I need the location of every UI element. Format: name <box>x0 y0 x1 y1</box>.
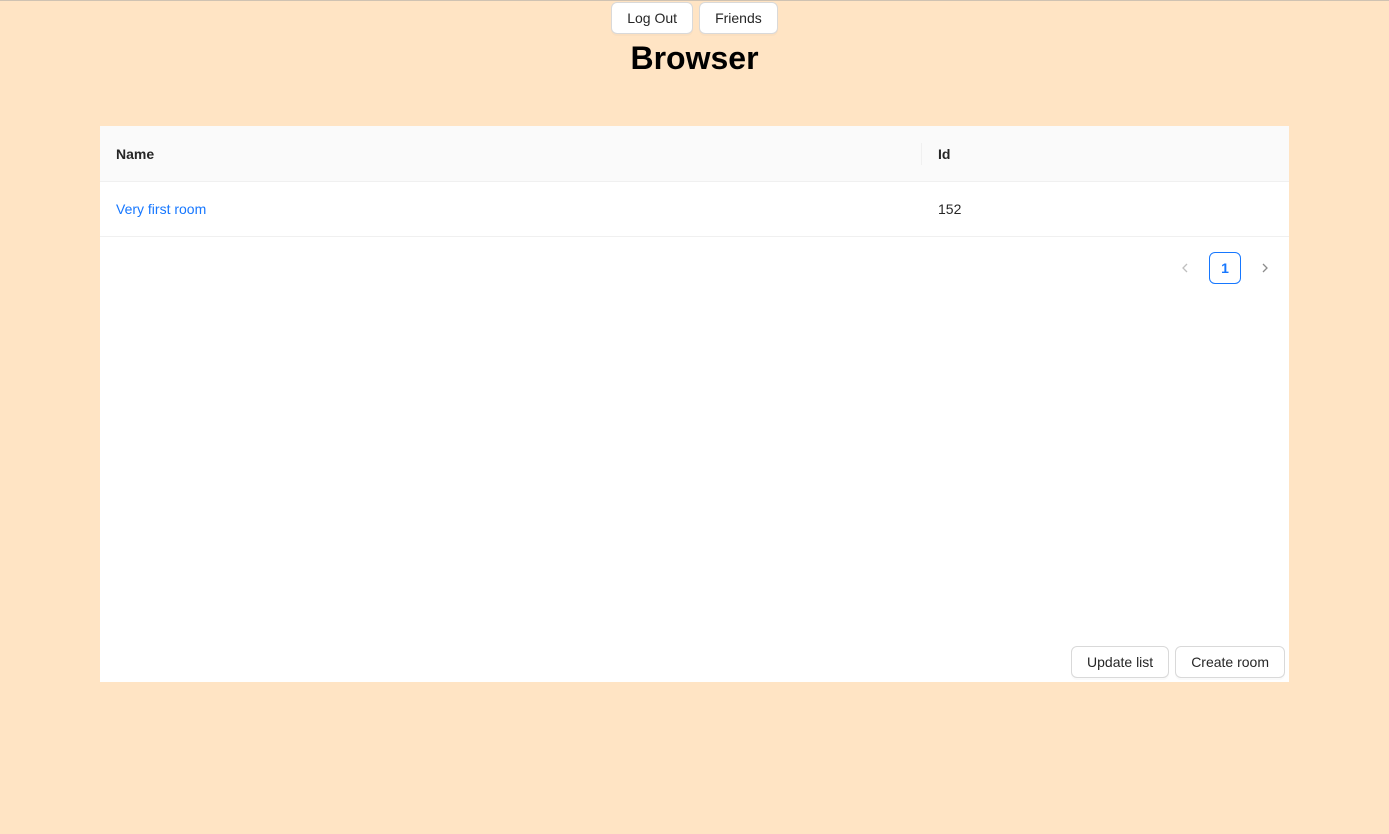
room-link[interactable]: Very first room <box>116 201 206 217</box>
room-id-cell: 152 <box>922 181 1289 237</box>
page-title: Browser <box>630 40 759 76</box>
logout-button[interactable]: Log Out <box>611 2 694 34</box>
update-list-button[interactable]: Update list <box>1071 646 1170 678</box>
chevron-right-icon[interactable] <box>1249 252 1281 284</box>
table-row: Very first room 152 <box>100 181 1289 237</box>
column-header-id[interactable]: Id <box>922 126 1289 182</box>
page-number-current[interactable]: 1 <box>1209 252 1241 284</box>
column-header-name[interactable]: Name <box>100 126 922 182</box>
pagination: 1 <box>1169 252 1281 284</box>
top-bar: Log Out Friends <box>0 2 1389 34</box>
bottom-actions: Update list Create room <box>1071 646 1285 678</box>
create-room-button[interactable]: Create room <box>1175 646 1285 678</box>
room-name-cell: Very first room <box>100 181 922 237</box>
table-header-row: Name Id <box>100 126 1289 182</box>
friends-button[interactable]: Friends <box>699 2 778 34</box>
rooms-table: Name Id Very first room 152 <box>100 126 1289 237</box>
room-browser-panel: Name Id Very first room 152 1 Update lis… <box>100 126 1289 682</box>
chevron-left-icon[interactable] <box>1169 252 1201 284</box>
